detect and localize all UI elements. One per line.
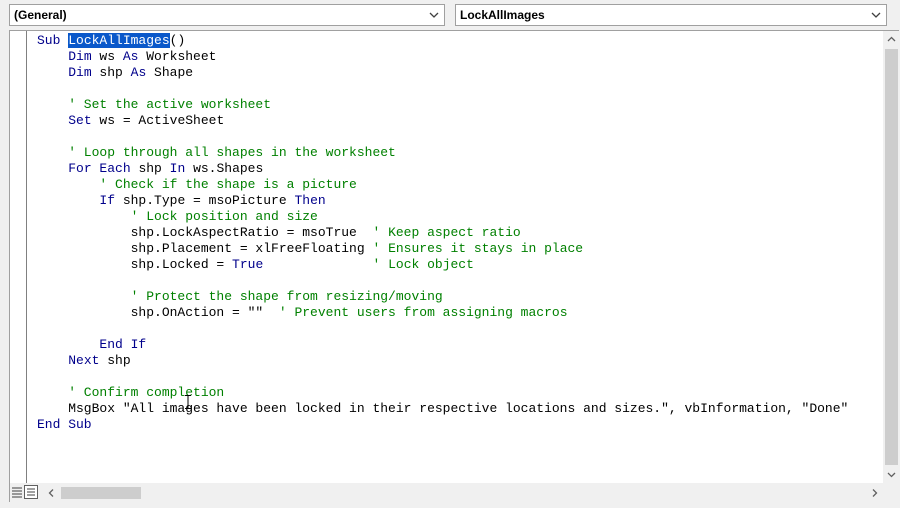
code-token: shp — [91, 65, 131, 80]
code-window: Sub LockAllImages() Dim ws As Worksheet … — [9, 30, 900, 503]
code-line[interactable] — [37, 81, 882, 97]
horizontal-scroll-thumb[interactable] — [61, 487, 141, 499]
comment-token: ' Check if the shape is a picture — [37, 177, 357, 192]
code-token: shp — [99, 353, 131, 368]
keyword-token: Dim — [68, 65, 92, 80]
code-line[interactable]: shp.LockAspectRatio = msoTrue ' Keep asp… — [37, 225, 882, 241]
code-line[interactable]: Dim shp As Shape — [37, 65, 882, 81]
code-token: Worksheet — [138, 49, 217, 64]
code-token: shp.Locked = — [37, 257, 233, 272]
procedure-view-icon[interactable] — [10, 485, 24, 499]
code-line[interactable]: End Sub — [37, 417, 882, 433]
keyword-token: Set — [68, 113, 92, 128]
comment-token: ' Set the active worksheet — [37, 97, 272, 112]
code-line[interactable]: Dim ws As Worksheet — [37, 49, 882, 65]
code-line[interactable]: Sub LockAllImages() — [37, 33, 882, 49]
comment-token: ' Protect the shape from resizing/moving — [37, 289, 443, 304]
code-line[interactable]: Next shp — [37, 353, 882, 369]
code-token: shp.Type = msoPicture — [115, 193, 295, 208]
chevron-down-icon[interactable] — [869, 5, 883, 25]
keyword-token: End Sub — [37, 417, 92, 432]
vertical-scroll-thumb[interactable] — [885, 49, 898, 465]
chevron-down-icon[interactable] — [427, 5, 441, 25]
code-line[interactable]: shp.Locked = True ' Lock object — [37, 257, 882, 273]
code-line[interactable]: shp.Placement = xlFreeFloating ' Ensures… — [37, 241, 882, 257]
i-beam-cursor-icon — [185, 395, 191, 409]
code-line[interactable]: MsgBox "All images have been locked in t… — [37, 401, 882, 417]
comment-token: ' Loop through all shapes in the workshe… — [37, 145, 396, 160]
procedure-combo[interactable]: LockAllImages — [455, 4, 887, 26]
keyword-token: End If — [99, 337, 147, 352]
code-line[interactable] — [37, 273, 882, 289]
comment-token: ' Lock position and size — [37, 209, 318, 224]
comment-token: ' Keep aspect ratio — [372, 225, 521, 240]
horizontal-scrollbar[interactable] — [43, 483, 883, 503]
code-token: ws.Shapes — [185, 161, 264, 176]
code-line[interactable]: ' Protect the shape from resizing/moving — [37, 289, 882, 305]
scrollbar-corner — [883, 483, 900, 503]
code-line[interactable]: End If — [37, 337, 882, 353]
code-line[interactable] — [37, 321, 882, 337]
comment-token: ' Prevent users from assigning macros — [278, 305, 568, 320]
comment-token: ' Ensures it stays in place — [372, 241, 584, 256]
vertical-scrollbar[interactable] — [883, 31, 900, 483]
code-token: Shape — [146, 65, 194, 80]
code-line[interactable]: For Each shp In ws.Shapes — [37, 161, 882, 177]
keyword-token: As — [130, 65, 147, 80]
code-line[interactable] — [37, 369, 882, 385]
keyword-token: Then — [294, 193, 326, 208]
procedure-combo-value: LockAllImages — [460, 8, 545, 22]
code-line[interactable] — [37, 129, 882, 145]
full-module-view-icon[interactable] — [24, 485, 38, 499]
code-token: ws — [91, 49, 123, 64]
keyword-token: Next — [68, 353, 100, 368]
keyword-token: As — [122, 49, 139, 64]
margin-indicator-bar[interactable] — [10, 31, 27, 483]
code-token: shp.Placement = xlFreeFloating — [37, 241, 373, 256]
code-token: () — [169, 33, 186, 48]
triangle-up-icon[interactable] — [883, 31, 900, 48]
bottom-bar — [10, 483, 900, 503]
keyword-token: If — [99, 193, 116, 208]
triangle-right-icon[interactable] — [866, 483, 883, 503]
code-token: shp — [130, 161, 170, 176]
selected-text: LockAllImages — [68, 33, 170, 48]
comment-token: ' Lock object — [372, 257, 474, 272]
triangle-down-icon[interactable] — [883, 466, 900, 483]
code-token: shp.OnAction = "" — [37, 305, 279, 320]
code-token: shp.LockAspectRatio = msoTrue — [37, 225, 373, 240]
keyword-token: For Each — [68, 161, 131, 176]
code-token: ws = ActiveSheet — [91, 113, 225, 128]
code-line[interactable]: shp.OnAction = "" ' Prevent users from a… — [37, 305, 882, 321]
code-line[interactable]: If shp.Type = msoPicture Then — [37, 193, 882, 209]
code-line[interactable]: Set ws = ActiveSheet — [37, 113, 882, 129]
code-token: MsgBox "All images have been locked in t… — [37, 401, 849, 416]
keyword-token: True — [232, 257, 264, 272]
comment-token: ' Confirm completion — [37, 385, 225, 400]
keyword-token: In — [169, 161, 186, 176]
code-line[interactable]: ' Loop through all shapes in the workshe… — [37, 145, 882, 161]
keyword-token: Dim — [68, 49, 92, 64]
code-line[interactable]: ' Lock position and size — [37, 209, 882, 225]
code-line[interactable]: ' Set the active worksheet — [37, 97, 882, 113]
code-editor[interactable]: Sub LockAllImages() Dim ws As Worksheet … — [27, 31, 882, 483]
code-line[interactable]: ' Confirm completion — [37, 385, 882, 401]
keyword-token: Sub — [37, 33, 69, 48]
object-combo-value: (General) — [14, 8, 67, 22]
object-combo[interactable]: (General) — [9, 4, 445, 26]
code-text[interactable]: Sub LockAllImages() Dim ws As Worksheet … — [27, 31, 882, 433]
code-line[interactable]: ' Check if the shape is a picture — [37, 177, 882, 193]
triangle-left-icon[interactable] — [43, 483, 60, 503]
